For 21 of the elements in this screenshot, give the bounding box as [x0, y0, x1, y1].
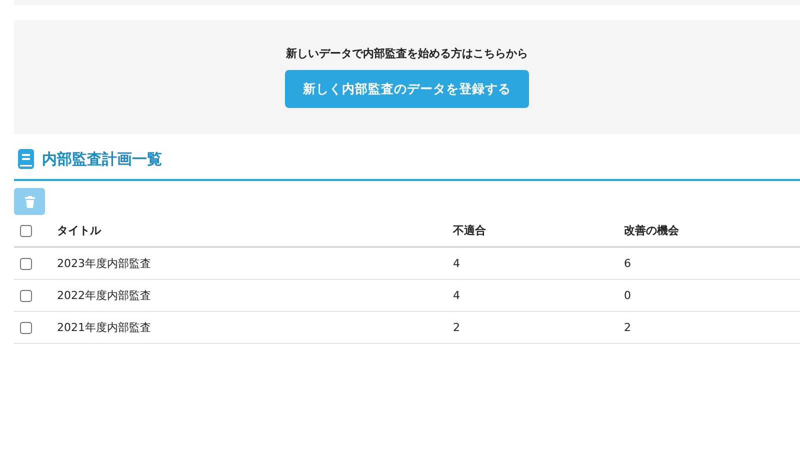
trash-icon [24, 196, 34, 208]
column-header: タイトル [57, 223, 102, 238]
table-cell: 6 [624, 257, 631, 270]
row-checkbox[interactable] [20, 258, 32, 270]
table-cell-text: 2022年度内部監査 [57, 288, 152, 303]
cta-prompt: 新しいデータで内部監査を始める方はこちらから [286, 46, 528, 61]
table-cell-text: 2023年度内部監査 [57, 256, 152, 271]
book-icon [18, 149, 34, 169]
table-cell: 2 [624, 321, 631, 334]
register-button[interactable]: 新しく内部監査のデータを登録する [285, 70, 529, 108]
table-cell-text: 2021年度内部監査 [57, 320, 152, 335]
section-title: 内部監査計画一覧 [42, 150, 162, 168]
table-cell-text: 4 [453, 289, 461, 302]
row-checkbox[interactable] [20, 290, 32, 302]
column-header: 不適合 [453, 223, 487, 238]
row-checkbox[interactable] [20, 322, 32, 334]
table-cell-text: 2 [453, 321, 461, 334]
column-header: 改善の機会 [624, 223, 679, 238]
select-all-checkbox[interactable] [20, 224, 32, 236]
table-cell-text: 4 [453, 257, 461, 270]
table-cell: 0 [624, 289, 631, 302]
